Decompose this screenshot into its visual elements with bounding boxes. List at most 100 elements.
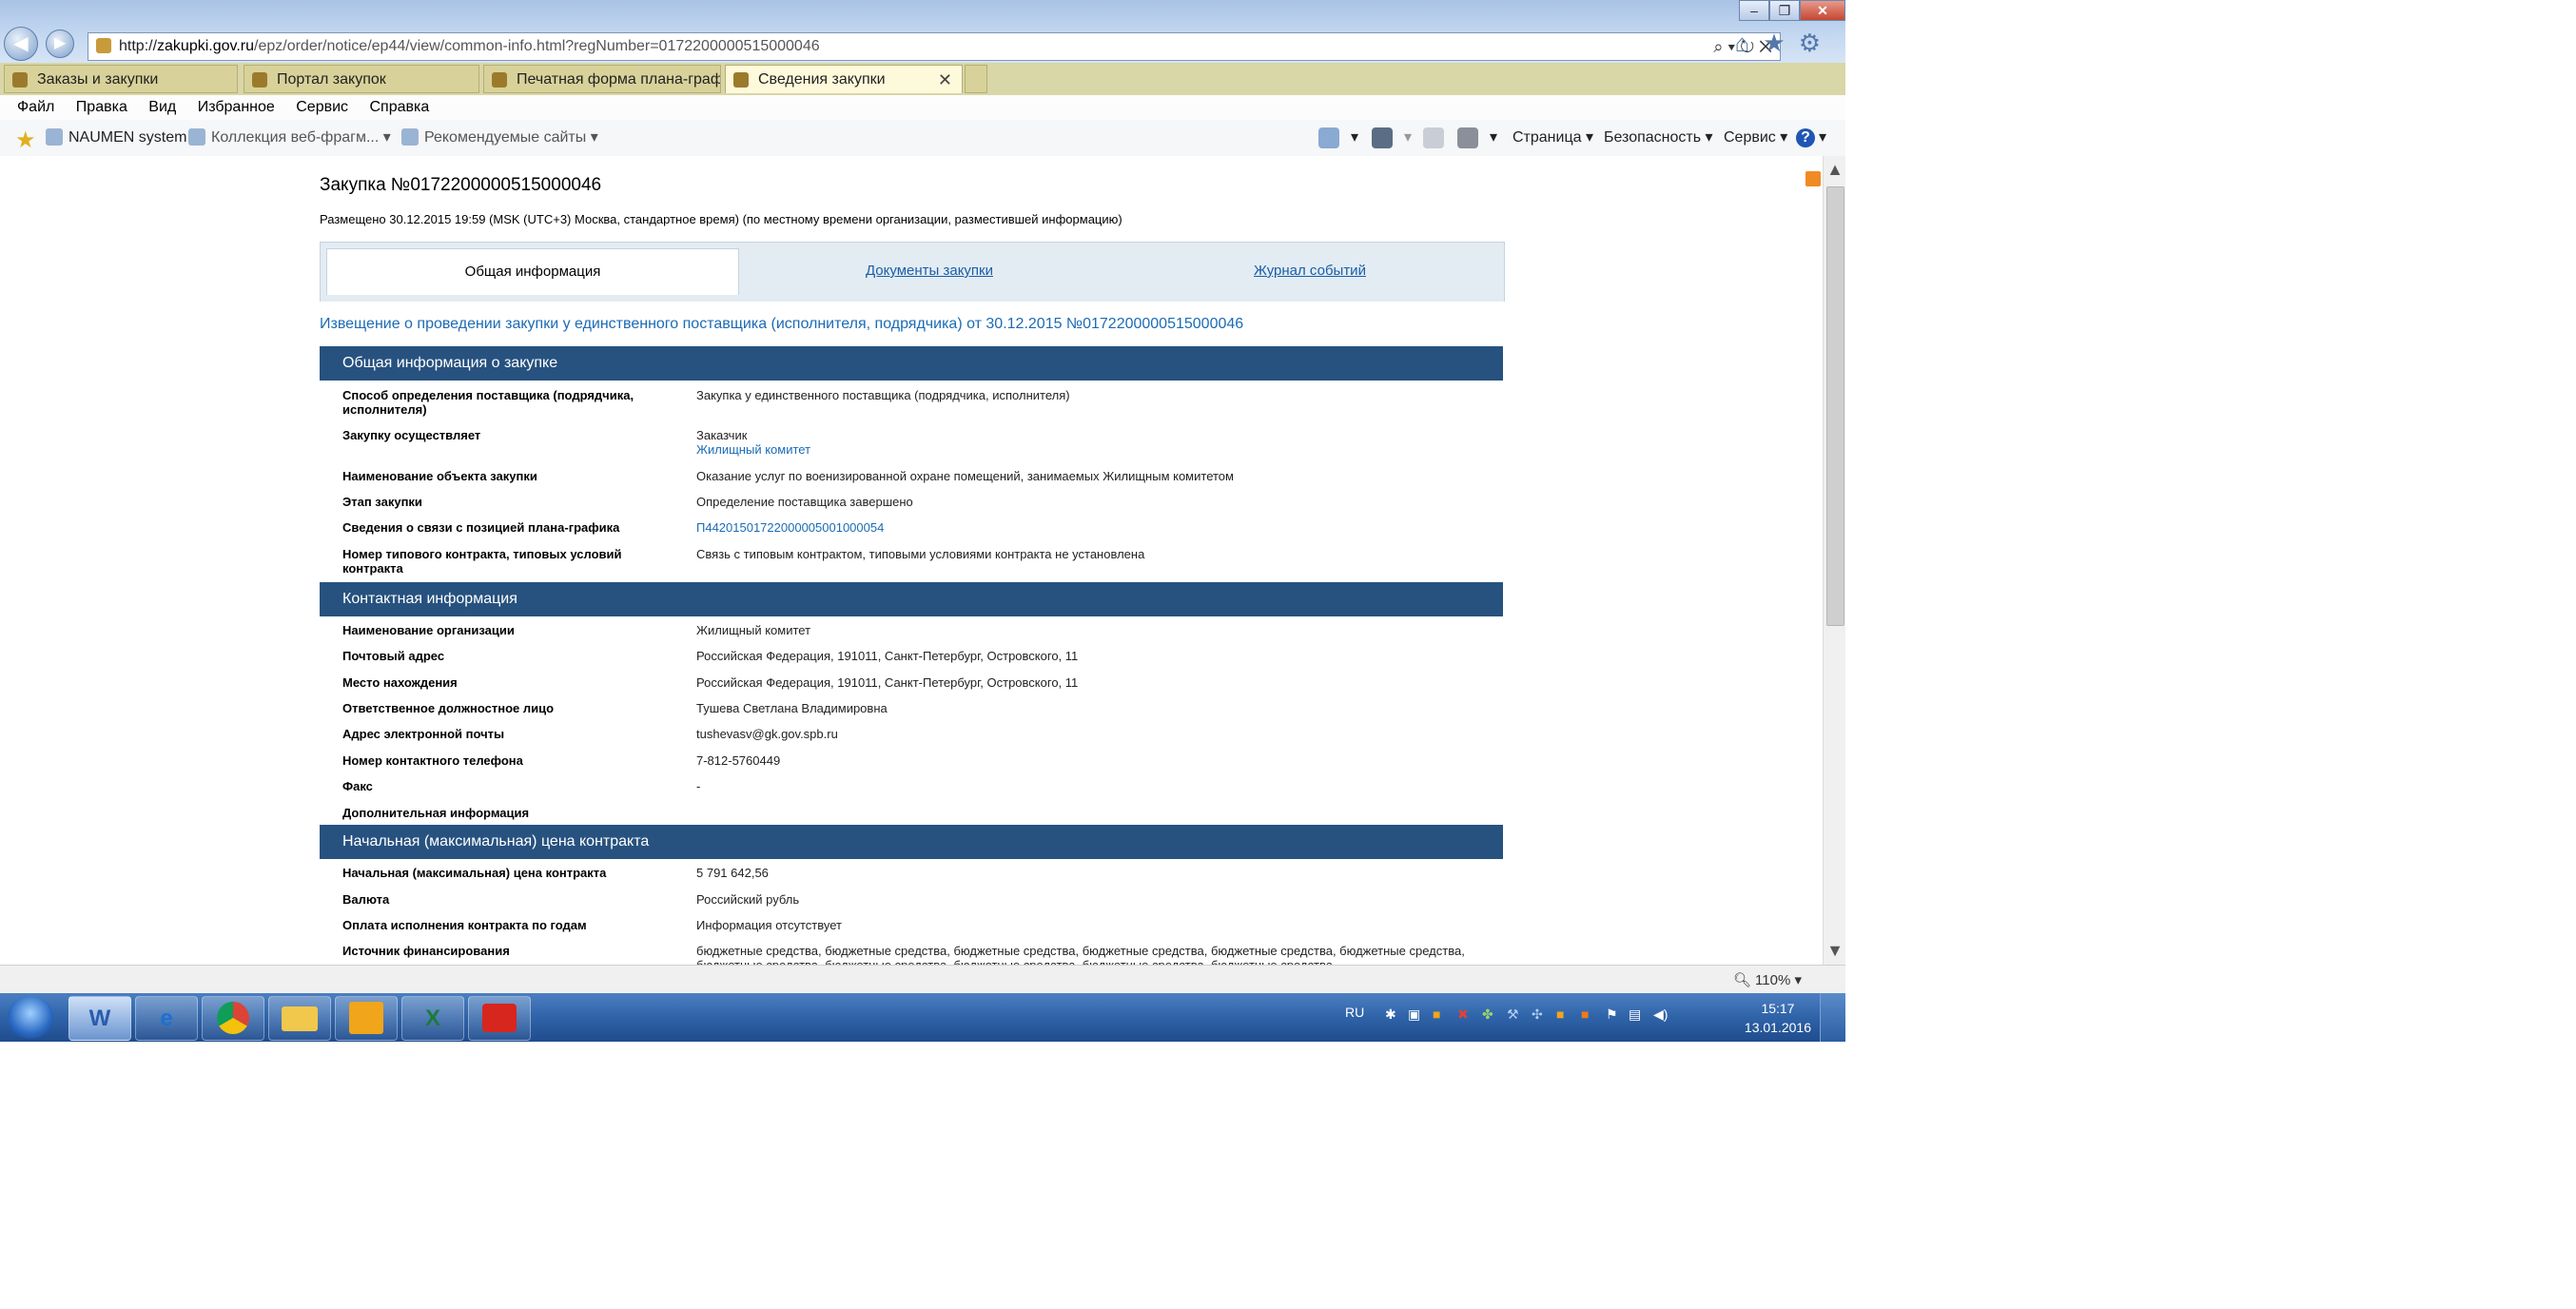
address-host: zakupki.gov.ru	[157, 38, 255, 54]
row-label: Закупку осуществляет	[342, 428, 481, 442]
tab-zakazy[interactable]: Заказы и закупки	[4, 65, 238, 93]
tab-svedeniya[interactable]: Сведения закупки ✕	[725, 65, 963, 93]
print-icon[interactable]	[1457, 127, 1478, 148]
tray-app-icon[interactable]: ▣	[1408, 1006, 1420, 1023]
suggested-sites-icon	[401, 128, 419, 146]
scroll-down-icon[interactable]: ▼	[1824, 941, 1845, 961]
table-row: Источник финансирования бюджетные средст…	[320, 944, 1503, 965]
presentation-taskbar-icon[interactable]	[468, 996, 531, 1041]
fav-suggested[interactable]: Рекомендуемые сайты ▾	[401, 128, 598, 147]
ie-taskbar-icon[interactable]: e	[135, 996, 198, 1041]
language-indicator[interactable]: RU	[1345, 1005, 1364, 1020]
tab-event-log[interactable]: Журнал событий	[1120, 248, 1500, 294]
tray-app-icon[interactable]: ■	[1581, 1006, 1589, 1022]
vertical-scrollbar[interactable]: ▲ ▼	[1823, 156, 1845, 965]
start-button[interactable]	[8, 996, 53, 1039]
tray-app-icon[interactable]: ■	[1433, 1006, 1440, 1022]
fav-naumen[interactable]: NAUMEN system	[46, 128, 186, 147]
customer-link[interactable]: Жилищный комитет	[696, 442, 810, 457]
tab-documents[interactable]: Документы закупки	[739, 248, 1120, 294]
close-tab-icon[interactable]: ✕	[938, 66, 952, 93]
excel-taskbar-icon[interactable]: X	[401, 996, 464, 1041]
help-icon[interactable]: ?	[1796, 128, 1815, 147]
row-label: Место нахождения	[342, 675, 458, 690]
page-menu[interactable]: Страница ▾	[1512, 128, 1593, 147]
row-label: Ответственное должностное лицо	[342, 701, 555, 715]
back-button[interactable]: ◀	[4, 27, 38, 61]
menu-favorites[interactable]: Избранное	[198, 95, 275, 120]
clock[interactable]: 15:17 13.01.2016	[1745, 999, 1811, 1037]
tab-label: Заказы и закупки	[37, 71, 159, 88]
tools-menu[interactable]: Сервис ▾	[1724, 128, 1787, 147]
row-label: Источник финансирования	[342, 944, 510, 958]
menu-view[interactable]: Вид	[148, 95, 176, 120]
network-icon[interactable]: ▤	[1629, 1006, 1641, 1023]
explorer-taskbar-icon[interactable]	[268, 996, 331, 1041]
fav-suggested-label: Рекомендуемые сайты	[424, 129, 587, 146]
volume-icon[interactable]: ◀)	[1653, 1006, 1668, 1023]
rss-feed-icon[interactable]	[1372, 127, 1393, 148]
close-window-button[interactable]: ✕	[1800, 0, 1845, 21]
tray-app-icon[interactable]: ✣	[1532, 1006, 1543, 1023]
show-desktop-button[interactable]	[1820, 993, 1845, 1042]
word-taskbar-icon[interactable]: W	[68, 996, 131, 1041]
tab-portal[interactable]: Портал закупок	[244, 65, 479, 93]
page-viewport: Закупка №0172200000515000046 Размещено 3…	[0, 156, 1823, 965]
zoom-level: 110%	[1755, 972, 1791, 988]
minimize-button[interactable]: –	[1739, 0, 1769, 21]
row-label: Почтовый адрес	[342, 649, 445, 663]
scroll-up-icon[interactable]: ▲	[1824, 160, 1845, 180]
print-dropdown-icon[interactable]: ▾	[1490, 128, 1497, 147]
site-favicon-icon	[492, 72, 507, 88]
page-tabs: Общая информация Документы закупки Журна…	[320, 242, 1505, 302]
flag-icon[interactable]: ⚑	[1606, 1006, 1618, 1023]
plan-position-link[interactable]: П44201501722000005001000054	[696, 520, 884, 535]
gear-icon[interactable]: ⚙	[1799, 29, 1834, 57]
tray-app-icon[interactable]: ✖	[1457, 1006, 1469, 1023]
search-icon[interactable]: ⌕	[1713, 37, 1723, 56]
mail-icon[interactable]	[1423, 127, 1444, 148]
tab-label: Печатная форма плана-граф...	[517, 71, 721, 88]
row-value: Жилищный комитет	[696, 623, 811, 637]
rss-icon[interactable]	[1805, 171, 1821, 186]
favorites-star-icon[interactable]: ★	[1763, 29, 1798, 57]
tray-app-icon[interactable]: ⚒	[1507, 1006, 1519, 1023]
tab-print-form[interactable]: Печатная форма плана-граф...	[483, 65, 721, 93]
tools-menu-label: Сервис	[1724, 129, 1776, 146]
forward-button[interactable]: ▶	[46, 29, 74, 58]
zoom-control[interactable]: 🔍︎ 110% ▾	[1733, 971, 1802, 988]
row-label: Оплата исполнения контракта по годам	[342, 918, 587, 932]
fav-web-slices[interactable]: Коллекция веб-фрагм... ▾	[188, 128, 391, 147]
maximize-button[interactable]: ❐	[1769, 0, 1800, 21]
row-value: Российский рубль	[696, 892, 800, 907]
menu-edit[interactable]: Правка	[76, 95, 127, 120]
address-bar[interactable]: http://zakupki.gov.ru/epz/order/notice/e…	[88, 32, 1781, 61]
section-header-general: Общая информация о закупке	[320, 346, 1503, 381]
tray-app-icon[interactable]: ✤	[1482, 1006, 1493, 1023]
tray-app-icon[interactable]: ■	[1556, 1006, 1564, 1022]
favorites-star-icon[interactable]: ★	[15, 127, 36, 154]
home-icon[interactable]: ⌂	[1735, 29, 1764, 57]
row-value: -	[696, 779, 701, 793]
feed-dropdown-icon[interactable]: ▾	[1404, 128, 1412, 147]
table-row: Способ определения поставщика (подрядчик…	[320, 388, 1503, 417]
row-value: 7-812-5760449	[696, 753, 781, 768]
row-label: Этап закупки	[342, 495, 422, 509]
new-tab-button[interactable]	[965, 65, 987, 93]
home-dropdown-icon[interactable]: ▾	[1351, 128, 1358, 147]
web-slice-icon	[188, 128, 205, 146]
section-header-contact: Контактная информация	[320, 582, 1503, 616]
row-value: бюджетные средства, бюджетные средства, …	[696, 944, 1465, 965]
chrome-taskbar-icon[interactable]	[202, 996, 264, 1041]
row-value: Заказчик Жилищный комитет	[696, 428, 1495, 457]
menu-help[interactable]: Справка	[370, 95, 430, 120]
menu-tools[interactable]: Сервис	[296, 95, 348, 120]
tab-general-info[interactable]: Общая информация	[326, 248, 739, 295]
menu-file[interactable]: Файл	[17, 95, 54, 120]
scrollbar-thumb[interactable]	[1826, 186, 1844, 626]
outlook-taskbar-icon[interactable]	[335, 996, 398, 1041]
bluetooth-icon[interactable]: ✱	[1385, 1006, 1396, 1023]
security-menu[interactable]: Безопасность ▾	[1604, 128, 1713, 147]
help-dropdown-icon[interactable]: ▾	[1819, 128, 1826, 147]
home-icon[interactable]	[1318, 127, 1339, 148]
